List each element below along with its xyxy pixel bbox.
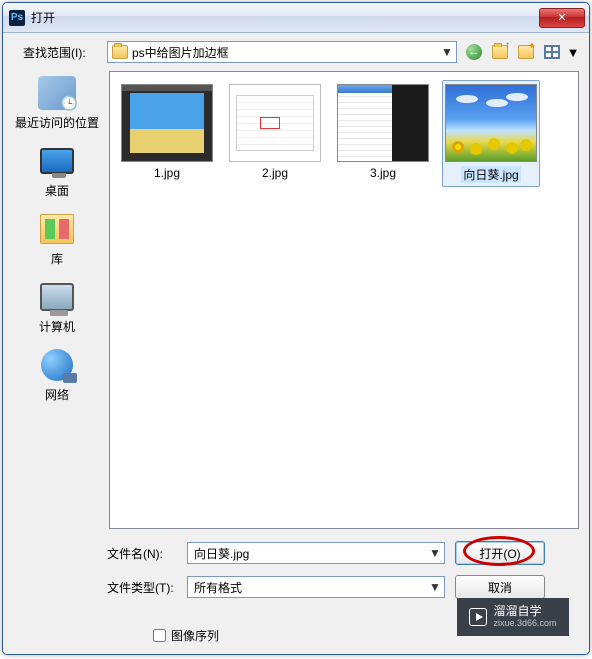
place-label: 网络 <box>45 386 69 403</box>
file-name-label: 1.jpg <box>154 166 180 180</box>
watermark-url: zixue.3d66.com <box>493 619 556 629</box>
filename-row: 文件名(N): 向日葵.jpg ▼ 打开(O) <box>13 541 579 565</box>
client-area: 查找范围(I): ps中给图片加边框 ▼ ← ▼ 最近访问的位置 <box>3 33 589 654</box>
file-item[interactable]: 1.jpg <box>118 80 216 187</box>
place-desktop[interactable]: 桌面 <box>13 143 101 199</box>
lookin-row: 查找范围(I): ps中给图片加边框 ▼ ← ▼ <box>13 41 579 63</box>
place-network[interactable]: 网络 <box>13 347 101 403</box>
filetype-row: 文件类型(T): 所有格式 ▼ 取消 <box>13 575 579 599</box>
computer-icon <box>37 279 77 315</box>
network-icon <box>37 347 77 383</box>
filetype-label: 文件类型(T): <box>107 579 177 596</box>
window-title: 打开 <box>31 9 539 26</box>
back-icon: ← <box>466 44 482 60</box>
file-name-label: 3.jpg <box>370 166 396 180</box>
folder-up-icon <box>492 45 508 59</box>
file-item-selected[interactable]: 向日葵.jpg <box>442 80 540 187</box>
file-thumbnail <box>445 84 537 162</box>
view-menu-button[interactable] <box>541 41 563 63</box>
file-thumbnail <box>121 84 213 162</box>
image-sequence-label: 图像序列 <box>171 627 219 644</box>
file-item[interactable]: 3.jpg <box>334 80 432 187</box>
back-button[interactable]: ← <box>463 41 485 63</box>
place-label: 最近访问的位置 <box>15 114 99 131</box>
place-label: 计算机 <box>39 318 75 335</box>
watermark: 溜溜自学 zixue.3d66.com <box>457 598 569 636</box>
place-recent[interactable]: 最近访问的位置 <box>13 75 101 131</box>
filetype-value: 所有格式 <box>194 579 428 596</box>
place-label: 库 <box>51 250 63 267</box>
place-computer[interactable]: 计算机 <box>13 279 101 335</box>
file-name-label: 向日葵.jpg <box>461 166 520 183</box>
titlebar: Ps 打开 ✕ <box>3 3 589 33</box>
bottom-panel: 文件名(N): 向日葵.jpg ▼ 打开(O) 文件类型(T): 所有格式 ▼ … <box>13 529 579 644</box>
filename-combo[interactable]: 向日葵.jpg ▼ <box>187 542 445 564</box>
image-sequence-checkbox[interactable] <box>153 629 166 642</box>
lookin-combo[interactable]: ps中给图片加边框 ▼ <box>107 41 457 63</box>
recent-icon <box>37 75 77 111</box>
close-button[interactable]: ✕ <box>539 8 585 28</box>
up-one-level-button[interactable] <box>489 41 511 63</box>
lookin-label: 查找范围(I): <box>13 44 101 61</box>
filetype-combo[interactable]: 所有格式 ▼ <box>187 576 445 598</box>
photoshop-icon: Ps <box>9 10 25 26</box>
places-bar: 最近访问的位置 桌面 库 计算机 网络 <box>13 71 101 529</box>
cancel-button[interactable]: 取消 <box>455 575 545 599</box>
place-label: 桌面 <box>45 182 69 199</box>
desktop-icon <box>37 143 77 179</box>
new-folder-icon <box>518 45 534 59</box>
file-item[interactable]: 2.jpg <box>226 80 324 187</box>
middle-area: 最近访问的位置 桌面 库 计算机 网络 <box>13 71 579 529</box>
file-list[interactable]: 1.jpg 2.jpg 3.jpg 向日葵.jpg <box>109 71 579 529</box>
nav-buttons: ← ▼ <box>463 41 579 63</box>
folder-icon <box>112 45 128 59</box>
play-icon <box>469 608 487 626</box>
place-libraries[interactable]: 库 <box>13 211 101 267</box>
libraries-icon <box>37 211 77 247</box>
file-name-label: 2.jpg <box>262 166 288 180</box>
view-dropdown-arrow[interactable]: ▼ <box>567 41 579 63</box>
file-thumbnail <box>229 84 321 162</box>
watermark-brand: 溜溜自学 <box>493 605 556 618</box>
watermark-text: 溜溜自学 zixue.3d66.com <box>493 605 556 628</box>
lookin-dropdown-arrow[interactable]: ▼ <box>440 45 454 59</box>
filename-value: 向日葵.jpg <box>194 545 428 562</box>
filename-label: 文件名(N): <box>107 545 177 562</box>
open-button[interactable]: 打开(O) <box>455 541 545 565</box>
filetype-dropdown-arrow[interactable]: ▼ <box>428 580 442 594</box>
lookin-folder-name: ps中给图片加边框 <box>132 44 436 61</box>
open-dialog: Ps 打开 ✕ 查找范围(I): ps中给图片加边框 ▼ ← ▼ <box>2 2 590 655</box>
filename-dropdown-arrow[interactable]: ▼ <box>428 546 442 560</box>
view-icon <box>544 45 560 59</box>
new-folder-button[interactable] <box>515 41 537 63</box>
file-thumbnail <box>337 84 429 162</box>
